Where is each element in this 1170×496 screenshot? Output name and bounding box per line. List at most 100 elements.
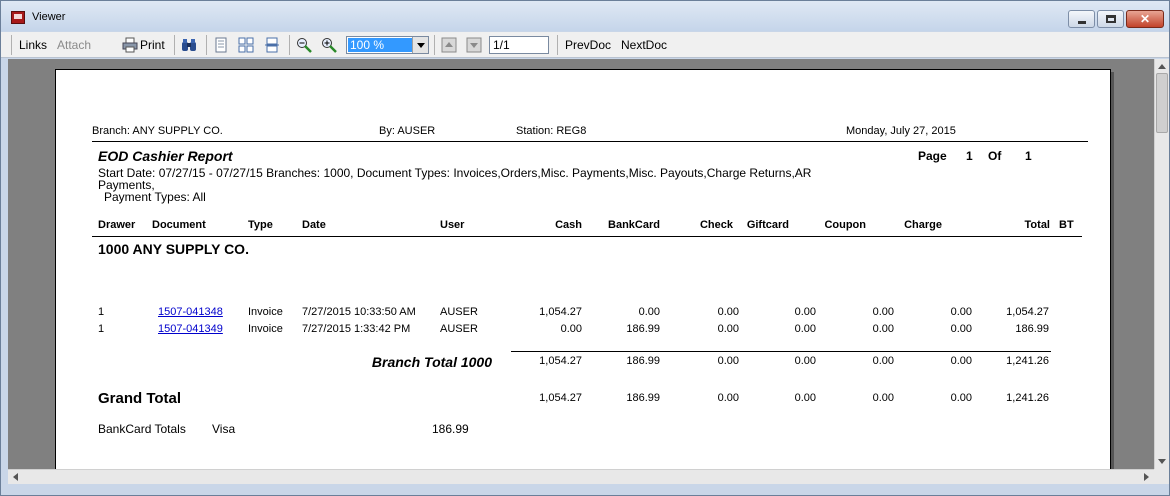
row-total: 186.99 [1015,323,1049,335]
row-bankcard: 186.99 [626,323,660,335]
bankcard-totals-amount: 186.99 [432,422,469,436]
row-drawer: 1 [98,306,105,318]
printer-icon[interactable] [122,37,138,53]
row-giftcard: 0.00 [794,323,816,335]
header-branch: Branch: ANY SUPPLY CO. [92,125,223,137]
row-coupon: 0.00 [872,323,894,335]
column-document: Document [152,219,206,231]
header-date: Monday, July 27, 2015 [846,125,956,137]
page-label: Page [918,149,947,163]
branch-total-total: 1,241.26 [1006,355,1049,367]
zoom-in-icon[interactable] [321,37,337,53]
column-cash: Cash [555,219,582,231]
document-link[interactable]: 1507-041349 [158,323,223,335]
row-bankcard: 0.00 [638,306,660,318]
row-coupon: 0.00 [872,306,894,318]
title-bar: Viewer ✕ [1,1,1169,31]
branch-total-giftcard: 0.00 [794,355,816,367]
close-icon: ✕ [1139,12,1151,26]
maximize-button[interactable] [1097,10,1124,28]
zoom-out-icon[interactable] [296,37,312,53]
horizontal-scrollbar[interactable] [8,469,1154,484]
chevron-down-icon[interactable] [412,37,428,53]
next-page-icon[interactable] [466,37,482,53]
column-total: Total [1024,219,1050,231]
scroll-right-icon[interactable] [1144,473,1149,481]
grand-total-giftcard: 0.00 [794,392,816,404]
of-label: Of [988,149,1002,163]
close-button[interactable]: ✕ [1126,10,1164,28]
minimize-button[interactable] [1068,10,1095,28]
branch-total-bankcard: 186.99 [626,355,660,367]
document-link[interactable]: 1507-041348 [158,306,223,318]
row-total: 1,054.27 [1006,306,1049,318]
toolbar-separator [174,35,175,55]
row-type: Invoice [248,323,283,335]
zoom-value: 100 % [348,38,412,52]
criteria-line-3: Payment Types: All [104,190,206,204]
zoom-select[interactable]: 100 % [346,36,429,54]
column-bt: BT [1059,219,1074,231]
prev-doc-button[interactable]: PrevDoc [565,38,611,52]
row-cash: 1,054.27 [539,306,582,318]
branch-total-rule [511,351,1051,352]
report-title: EOD Cashier Report [98,148,233,164]
scrollbar-corner [1154,469,1169,484]
app-icon [11,11,25,24]
page-total: 1 [1025,149,1032,163]
branch-total-label: Branch Total 1000 [371,354,492,370]
header-rule [92,141,1088,142]
row-user: AUSER [440,323,478,335]
grand-total-coupon: 0.00 [872,392,894,404]
row-drawer: 1 [98,323,105,335]
column-drawer: Drawer [98,219,136,231]
row-date: 7/27/2015 10:33:50 AM [302,306,416,318]
vertical-scrollbar[interactable] [1154,59,1169,469]
scroll-up-icon[interactable] [1158,64,1166,69]
next-doc-button[interactable]: NextDoc [621,38,667,52]
header-by: By: AUSER [379,125,436,137]
column-charge: Charge [904,219,942,231]
row-date: 7/27/2015 1:33:42 PM [302,323,411,335]
page-number-input[interactable]: 1/1 [489,36,549,54]
previous-page-icon[interactable] [441,37,457,53]
single-page-icon[interactable] [213,37,229,53]
multi-page-icon[interactable] [238,37,254,53]
branch-total-coupon: 0.00 [872,355,894,367]
toolbar-grip [11,35,12,55]
toolbar: Links Attach Print 100 % 1/1 PrevDoc Nex… [1,32,1169,58]
page-number: 1 [966,149,973,163]
row-type: Invoice [248,306,283,318]
continuous-page-icon[interactable] [264,37,280,53]
row-giftcard: 0.00 [794,306,816,318]
bankcard-totals-label: BankCard Totals [98,422,186,436]
scroll-down-icon[interactable] [1158,459,1166,464]
row-user: AUSER [440,306,478,318]
grand-total-total: 1,241.26 [1006,392,1049,404]
branch-total-cash: 1,054.27 [539,355,582,367]
attach-button[interactable]: Attach [57,38,91,52]
report-page: Branch: ANY SUPPLY CO. By: AUSER Station… [55,69,1111,469]
vertical-scroll-thumb[interactable] [1156,73,1168,133]
viewer-window: Viewer ✕ Links Attach Print 100 % 1/1 Pr… [0,0,1170,496]
criteria-line-1: Start Date: 07/27/15 - 07/27/15 Branches… [98,166,812,180]
grand-total-label: Grand Total [98,390,182,407]
toolbar-separator [557,35,558,55]
grand-total-bankcard: 186.99 [626,392,660,404]
branch-heading: 1000 ANY SUPPLY CO. [98,241,249,257]
scroll-left-icon[interactable] [13,473,18,481]
toolbar-separator [289,35,290,55]
column-type: Type [248,219,273,231]
toolbar-separator [206,35,207,55]
minimize-icon [1078,21,1086,24]
bankcard-totals-type: Visa [212,422,236,436]
binoculars-icon[interactable] [181,37,197,53]
column-date: Date [302,219,326,231]
print-button[interactable]: Print [140,38,165,52]
toolbar-separator [434,35,435,55]
grand-total-cash: 1,054.27 [539,392,582,404]
column-rule [92,236,1082,237]
links-button[interactable]: Links [19,38,47,52]
header-station: Station: REG8 [516,125,587,137]
column-user: User [440,219,465,231]
